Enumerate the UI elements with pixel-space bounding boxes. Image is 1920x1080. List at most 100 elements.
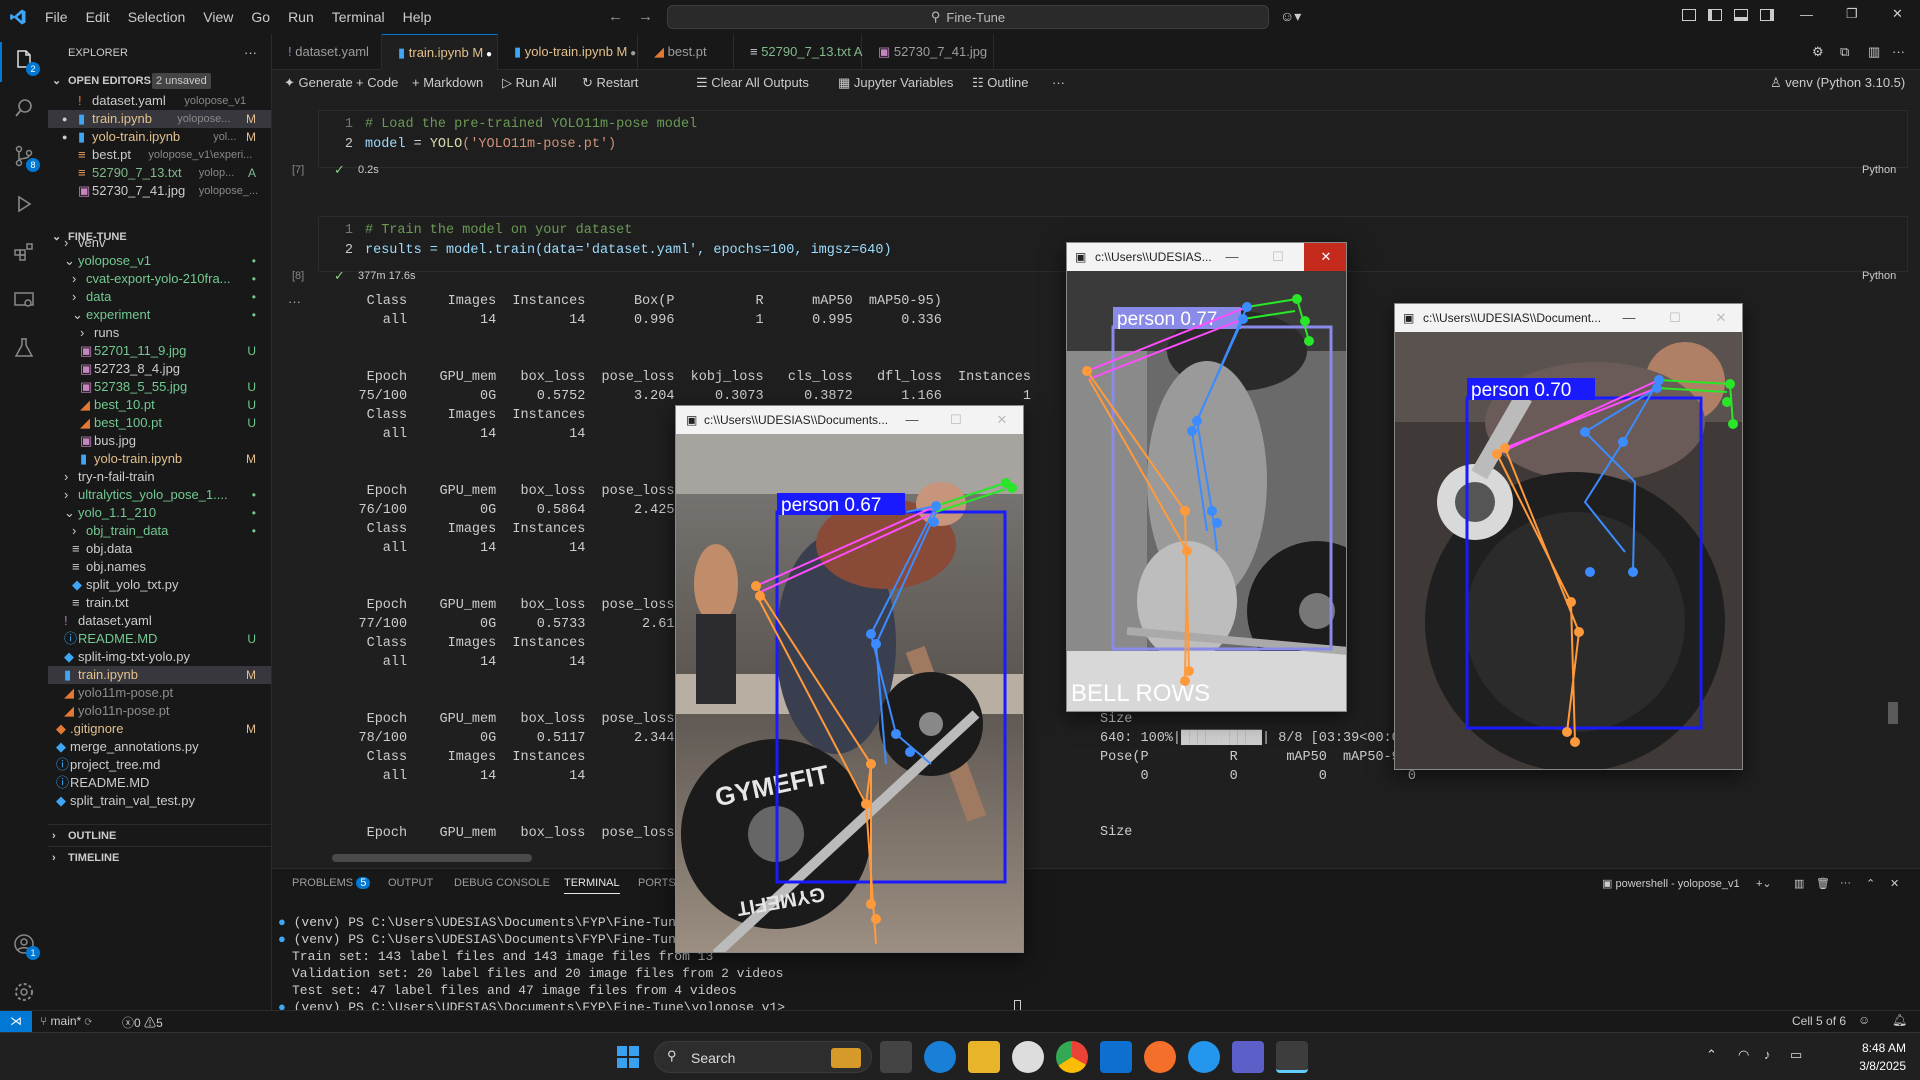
clock-time[interactable]: 8:48 AM (1846, 1041, 1906, 1055)
tab-terminal[interactable]: TERMINAL (564, 877, 620, 894)
run-all-button[interactable]: ▷ Run All (502, 70, 557, 96)
taskbar-search-box[interactable]: ⚲ Search (654, 1041, 872, 1073)
open-editors-header[interactable]: ⌄ OPEN EDITORS 2 unsaved (48, 70, 271, 92)
tree-item[interactable]: › data • (48, 288, 271, 306)
maximize-icon[interactable]: ☐ (1256, 243, 1300, 271)
add-code-button[interactable]: + Code (356, 70, 398, 96)
cell-language[interactable]: Python (1862, 164, 1896, 176)
forward-arrow-icon[interactable]: → (638, 8, 653, 25)
tree-item[interactable]: ◆ split_train_val_test.py (48, 792, 271, 810)
explorer-icon[interactable]: 2 (12, 48, 40, 76)
clock-date[interactable]: 3/8/2025 (1846, 1059, 1906, 1073)
close-icon[interactable]: ✕ (1304, 243, 1346, 271)
search-icon[interactable] (12, 96, 36, 120)
tree-item[interactable]: ⌄ experiment • (48, 306, 271, 324)
pose-window-1[interactable]: ▣ c:\\Users\\UDESIAS\\Documents... — ☐ ✕… (675, 405, 1024, 953)
remote-indicator-icon[interactable]: ⋊ (0, 1011, 32, 1032)
menu-terminal[interactable]: Terminal (323, 0, 394, 34)
more-actions-icon[interactable]: ··· (244, 42, 257, 64)
layout-sidebar-icon[interactable] (1682, 9, 1696, 21)
minimize-icon[interactable]: — (890, 406, 934, 434)
cell-language[interactable]: Python (1862, 270, 1896, 282)
tree-item[interactable]: ⓘ project_tree.md (48, 756, 271, 774)
open-editor-item[interactable]: ● ▮ train.ipynb yolopose... M (48, 110, 271, 128)
minimize-icon[interactable]: — (1210, 243, 1254, 271)
unsaved-dot-icon[interactable]: ● (62, 110, 67, 128)
toggle-panel-icon[interactable] (1734, 9, 1748, 21)
tree-item[interactable]: › cvat-export-yolo-210fra... • (48, 270, 271, 288)
wifi-icon[interactable]: ◠ (1738, 1047, 1749, 1063)
tree-item[interactable]: ▣ bus.jpg (48, 432, 271, 450)
restore-window-icon[interactable]: ❐ (1846, 6, 1858, 22)
more-toolbar-icon[interactable]: ··· (1052, 70, 1065, 96)
settings-gear-icon[interactable] (12, 980, 36, 1004)
branch-status[interactable]: ⑂ main* ⟳ (40, 1014, 92, 1028)
pose-window-3[interactable]: ▣ c:\\Users\\UDESIAS\\Document... — ☐ ✕ … (1394, 303, 1743, 770)
tab-problems[interactable]: PROBLEMS 5 (292, 877, 371, 889)
postman-icon[interactable] (1144, 1041, 1176, 1073)
tree-item[interactable]: ▣ 52738_5_55.jpg U (48, 378, 271, 396)
vscode-taskbar-icon[interactable] (1100, 1041, 1132, 1073)
kernel-picker[interactable]: ♙ venv (Python 3.10.5) (1770, 70, 1905, 96)
notifications-bell-icon[interactable]: 🔔︎ (1892, 1013, 1907, 1027)
clear-outputs-button[interactable]: ☰ Clear All Outputs (696, 70, 809, 96)
vertical-scrollbar[interactable] (1888, 702, 1898, 724)
tab-output[interactable]: OUTPUT (388, 877, 433, 889)
tree-item[interactable]: › runs (48, 324, 271, 342)
output-more-icon[interactable]: ··· (288, 294, 301, 309)
tree-item[interactable]: ≡ train.txt (48, 594, 271, 612)
tree-item[interactable]: ! dataset.yaml (48, 612, 271, 630)
trash-icon[interactable]: 🗑 (1816, 877, 1830, 890)
tab-debug-console[interactable]: DEBUG CONSOLE (454, 877, 550, 889)
problems-status[interactable]: ⓧ0 ⚠5 (122, 1014, 163, 1031)
tab-ports[interactable]: PORTS (638, 877, 676, 889)
open-editor-item[interactable]: ● ▮ yolo-train.ipynb yol... M (48, 128, 271, 146)
toggle-secondary-sidebar-icon[interactable] (1760, 9, 1774, 21)
compare-icon[interactable]: ⧉ (1840, 44, 1849, 60)
pose-window-2[interactable]: ▣ c:\\Users\\UDESIAS... — ☐ ✕ BELL ROWS … (1066, 242, 1347, 712)
jupyter-variables-button[interactable]: ▦ Jupyter Variables (838, 70, 953, 96)
docker-icon[interactable] (1188, 1041, 1220, 1073)
open-editor-item[interactable]: ! dataset.yaml yolopose_v1 (48, 92, 271, 110)
tree-item[interactable]: ◢ best_100.pt U (48, 414, 271, 432)
account-icon[interactable]: 1 (12, 932, 40, 960)
tree-item[interactable]: ◆ split_yolo_txt.py (48, 576, 271, 594)
tree-item[interactable]: ◆ merge_annotations.py (48, 738, 271, 756)
window-titlebar[interactable]: ▣ c:\\Users\\UDESIAS\\Documents... — ☐ ✕ (676, 406, 1023, 434)
copilot-status-icon[interactable]: ☺ (1858, 1013, 1870, 1027)
tree-item[interactable]: › venv (48, 234, 271, 252)
tab-yolo-train-ipynb[interactable]: ▮ yolo-train.ipynb M ● (498, 34, 638, 70)
tree-item[interactable]: ◢ yolo11n-pose.pt (48, 702, 271, 720)
window-titlebar[interactable]: ▣ c:\\Users\\UDESIAS\\Document... — ☐ ✕ (1395, 304, 1742, 332)
settings-gear-icon[interactable]: ⚙ (1812, 44, 1824, 60)
command-center-search[interactable]: ⚲ Fine-Tune (667, 5, 1269, 29)
tray-chevron-icon[interactable]: ⌃ (1706, 1047, 1717, 1063)
tree-item[interactable]: ▣ 52723_8_4.jpg (48, 360, 271, 378)
file-explorer-icon[interactable] (968, 1041, 1000, 1073)
timeline-header[interactable]: › TIMELINE (48, 846, 271, 868)
minimize-window-icon[interactable]: — (1800, 7, 1813, 22)
panel-more-icon[interactable]: ··· (1840, 877, 1851, 889)
tree-item[interactable]: ▮ yolo-train.ipynb M (48, 450, 271, 468)
teams-icon[interactable] (1232, 1041, 1264, 1073)
run-debug-icon[interactable] (12, 192, 36, 216)
maximize-icon[interactable]: ☐ (1653, 304, 1697, 332)
tree-item[interactable]: ◢ best_10.pt U (48, 396, 271, 414)
outline-button[interactable]: ☷ Outline (972, 70, 1028, 96)
tree-item[interactable]: ◆ .gitignore M (48, 720, 271, 738)
maximize-icon[interactable]: ☐ (934, 406, 978, 434)
unsaved-dot-icon[interactable]: ● (62, 128, 67, 146)
volume-icon[interactable]: ♪ (1764, 1047, 1771, 1062)
open-editor-item[interactable]: ≡ 52790_7_13.txt yolop... A (48, 164, 271, 182)
open-editor-item[interactable]: ▣ 52730_7_41.jpg yolopose_... (48, 182, 271, 200)
chrome-icon[interactable] (1056, 1041, 1088, 1073)
close-panel-icon[interactable]: ✕ (1890, 877, 1899, 890)
terminal-shell-selector[interactable]: ▣ powershell - yolopose_v1 (1602, 877, 1740, 890)
tree-item[interactable]: ◆ split-img-txt-yolo.py (48, 648, 271, 666)
open-editor-item[interactable]: ≡ best.pt yolopose_v1\experi... (48, 146, 271, 164)
maximize-panel-icon[interactable]: ⌃ (1866, 877, 1875, 890)
code-cell-7[interactable]: 1 # Load the pre-trained YOLO11m-pose mo… (318, 110, 1908, 168)
copilot-icon[interactable]: ☺▾ (1280, 8, 1301, 25)
back-arrow-icon[interactable]: ← (608, 8, 623, 25)
tree-item[interactable]: ▣ 52701_11_9.jpg U (48, 342, 271, 360)
